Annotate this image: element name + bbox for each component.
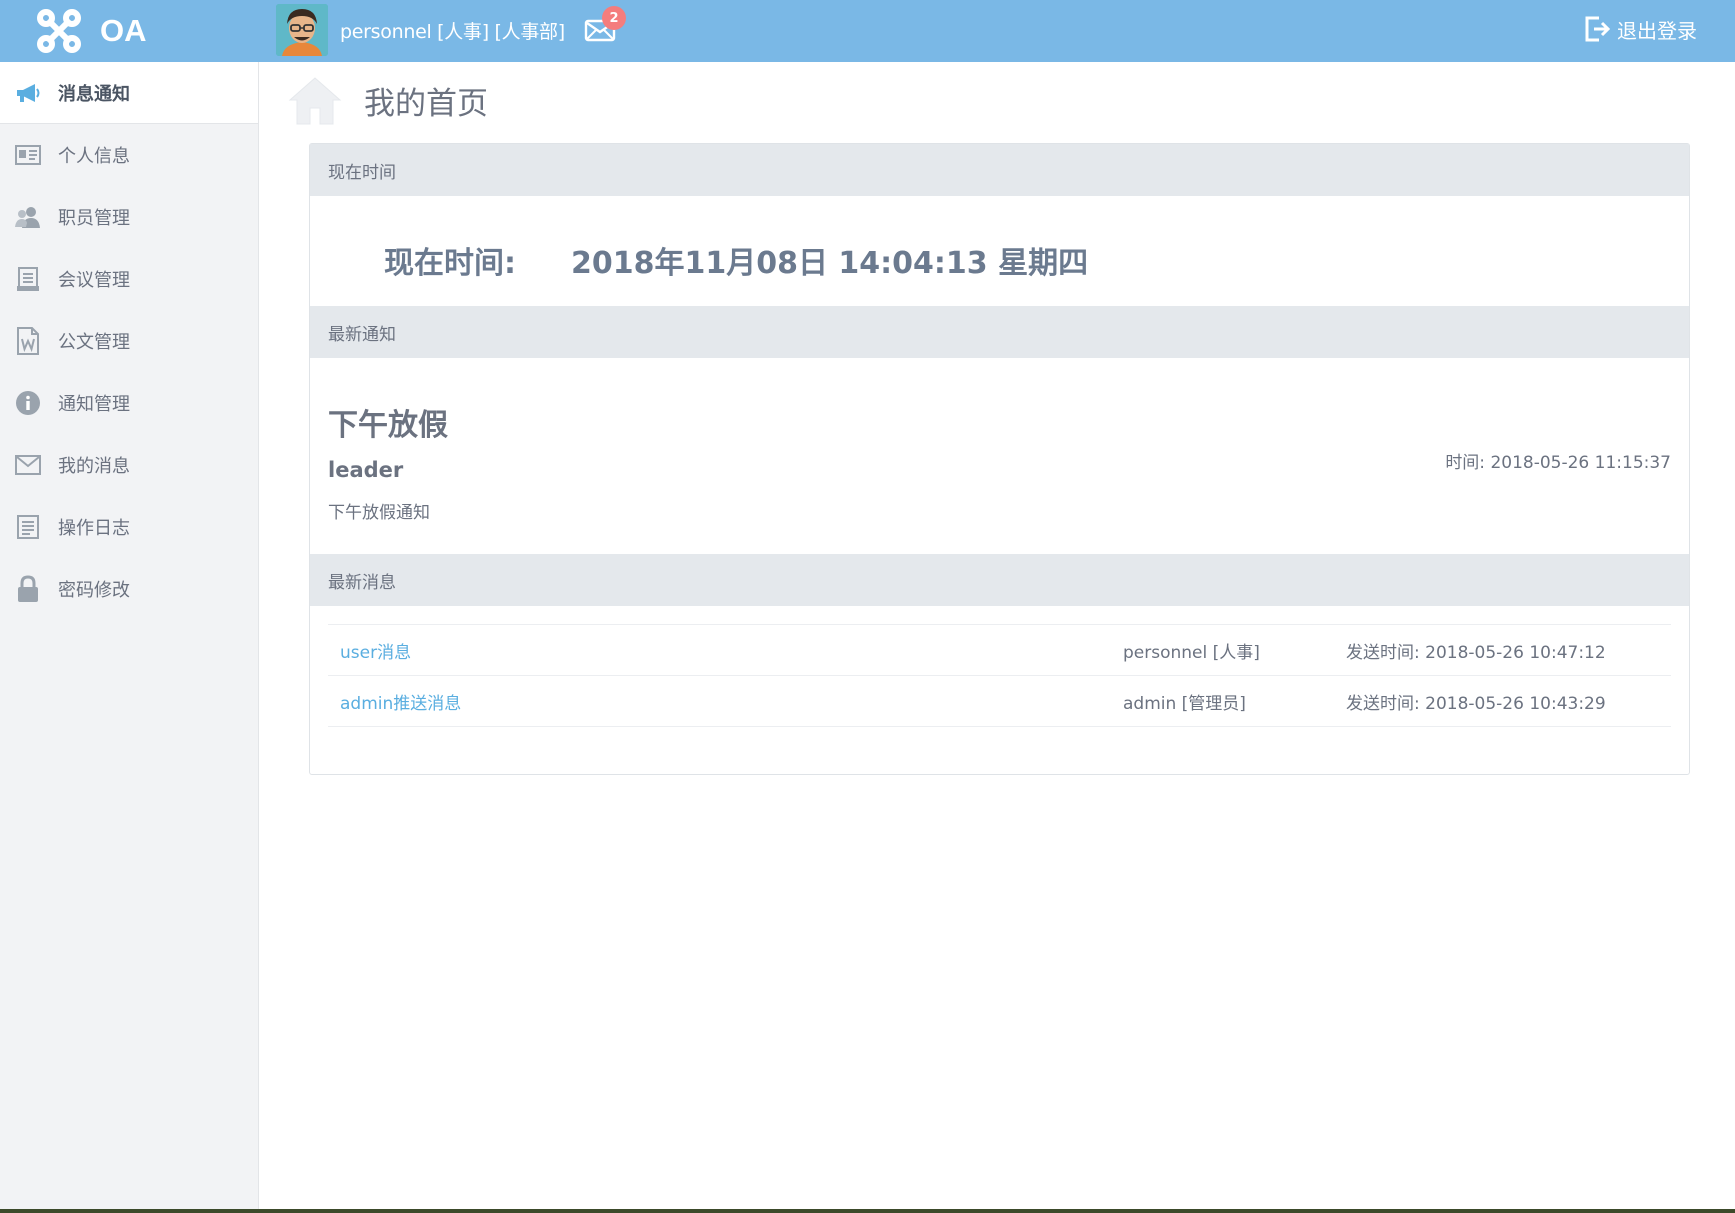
- logout-button[interactable]: 退出登录: [1583, 14, 1697, 44]
- sidebar-item-label: 操作日志: [58, 518, 130, 539]
- avatar[interactable]: [276, 4, 328, 56]
- message-send-time: 发送时间: 2018-05-26 10:43:29: [1346, 693, 1606, 714]
- avatar-image: [276, 4, 328, 56]
- user-info[interactable]: personnel [人事] [人事部]: [340, 17, 565, 44]
- home-icon: [288, 77, 342, 125]
- notice-description: 下午放假通知: [328, 503, 430, 523]
- page-title: 我的首页: [364, 85, 488, 122]
- info-icon: [14, 389, 42, 417]
- time-section-header: 现在时间: [310, 144, 1689, 196]
- current-time-label: 现在时间:: [384, 246, 516, 281]
- notice-time: 时间: 2018-05-26 11:15:37: [1445, 453, 1671, 473]
- sidebar-item-staff[interactable]: 职员管理: [0, 186, 258, 248]
- sidebar: 消息通知 个人信息 职员管理 会议管理 公文管理 通知管理 我的消息 操作日志 …: [0, 62, 259, 1213]
- logo-text: OA: [100, 13, 147, 48]
- logout-label: 退出登录: [1617, 18, 1697, 43]
- message-sender: admin [管理员]: [1123, 693, 1246, 714]
- page-header: 我的首页: [288, 74, 488, 126]
- sidebar-item-operation-log[interactable]: 操作日志: [0, 496, 258, 558]
- sidebar-item-change-password[interactable]: 密码修改: [0, 558, 258, 620]
- sidebar-item-label: 通知管理: [58, 394, 130, 415]
- message-send-time: 发送时间: 2018-05-26 10:47:12: [1346, 642, 1606, 663]
- users-icon: [14, 203, 42, 231]
- dashboard-panel: 现在时间 现在时间: 2018年11月08日 14:04:13 星期四 最新通知…: [309, 143, 1690, 775]
- message-sender: personnel [人事]: [1123, 642, 1260, 663]
- top-navbar: OA personnel [人事] [人事部] 2 退出登录: [0, 0, 1735, 62]
- notepad-icon: [14, 265, 42, 293]
- sidebar-item-label: 我的消息: [58, 456, 130, 477]
- sidebar-item-notifications[interactable]: 消息通知: [0, 62, 258, 124]
- sidebar-item-label: 会议管理: [58, 270, 130, 291]
- sidebar-item-label: 个人信息: [58, 146, 130, 167]
- mail-count-badge: 2: [602, 6, 626, 30]
- latest-notice: 下午放假 leader 下午放假通知 时间: 2018-05-26 11:15:…: [310, 358, 1689, 554]
- current-time-value: 2018年11月08日 14:04:13 星期四: [571, 246, 1089, 281]
- sidebar-item-my-messages[interactable]: 我的消息: [0, 434, 258, 496]
- sidebar-item-documents[interactable]: 公文管理: [0, 310, 258, 372]
- bottom-border: [0, 1209, 1735, 1213]
- sidebar-item-profile[interactable]: 个人信息: [0, 124, 258, 186]
- sidebar-item-label: 密码修改: [58, 580, 130, 601]
- lock-icon: [14, 575, 42, 603]
- sidebar-item-label: 公文管理: [58, 332, 130, 353]
- message-title-link[interactable]: admin推送消息: [340, 689, 461, 714]
- sidebar-item-label: 消息通知: [58, 83, 130, 105]
- sidebar-item-meetings[interactable]: 会议管理: [0, 248, 258, 310]
- sidebar-item-label: 职员管理: [58, 208, 130, 229]
- message-section-header: 最新消息: [310, 554, 1689, 606]
- id-card-icon: [14, 141, 42, 169]
- notice-author: leader: [328, 458, 404, 482]
- time-section-body: 现在时间: 2018年11月08日 14:04:13 星期四: [310, 196, 1689, 306]
- notice-title[interactable]: 下午放假: [328, 400, 448, 444]
- message-row: admin推送消息 admin [管理员] 发送时间: 2018-05-26 1…: [328, 675, 1671, 727]
- sidebar-item-notices[interactable]: 通知管理: [0, 372, 258, 434]
- message-list: user消息 personnel [人事] 发送时间: 2018-05-26 1…: [310, 606, 1689, 727]
- logo-icon: [37, 9, 81, 53]
- app-logo[interactable]: OA: [34, 6, 147, 56]
- notice-section-header: 最新通知: [310, 306, 1689, 358]
- megaphone-icon: [14, 79, 42, 107]
- envelope-icon: [14, 451, 42, 479]
- word-document-icon: [14, 327, 42, 355]
- message-title-link[interactable]: user消息: [340, 638, 411, 663]
- logout-icon: [1585, 16, 1611, 42]
- list-icon: [14, 513, 42, 541]
- message-row: user消息 personnel [人事] 发送时间: 2018-05-26 1…: [328, 624, 1671, 675]
